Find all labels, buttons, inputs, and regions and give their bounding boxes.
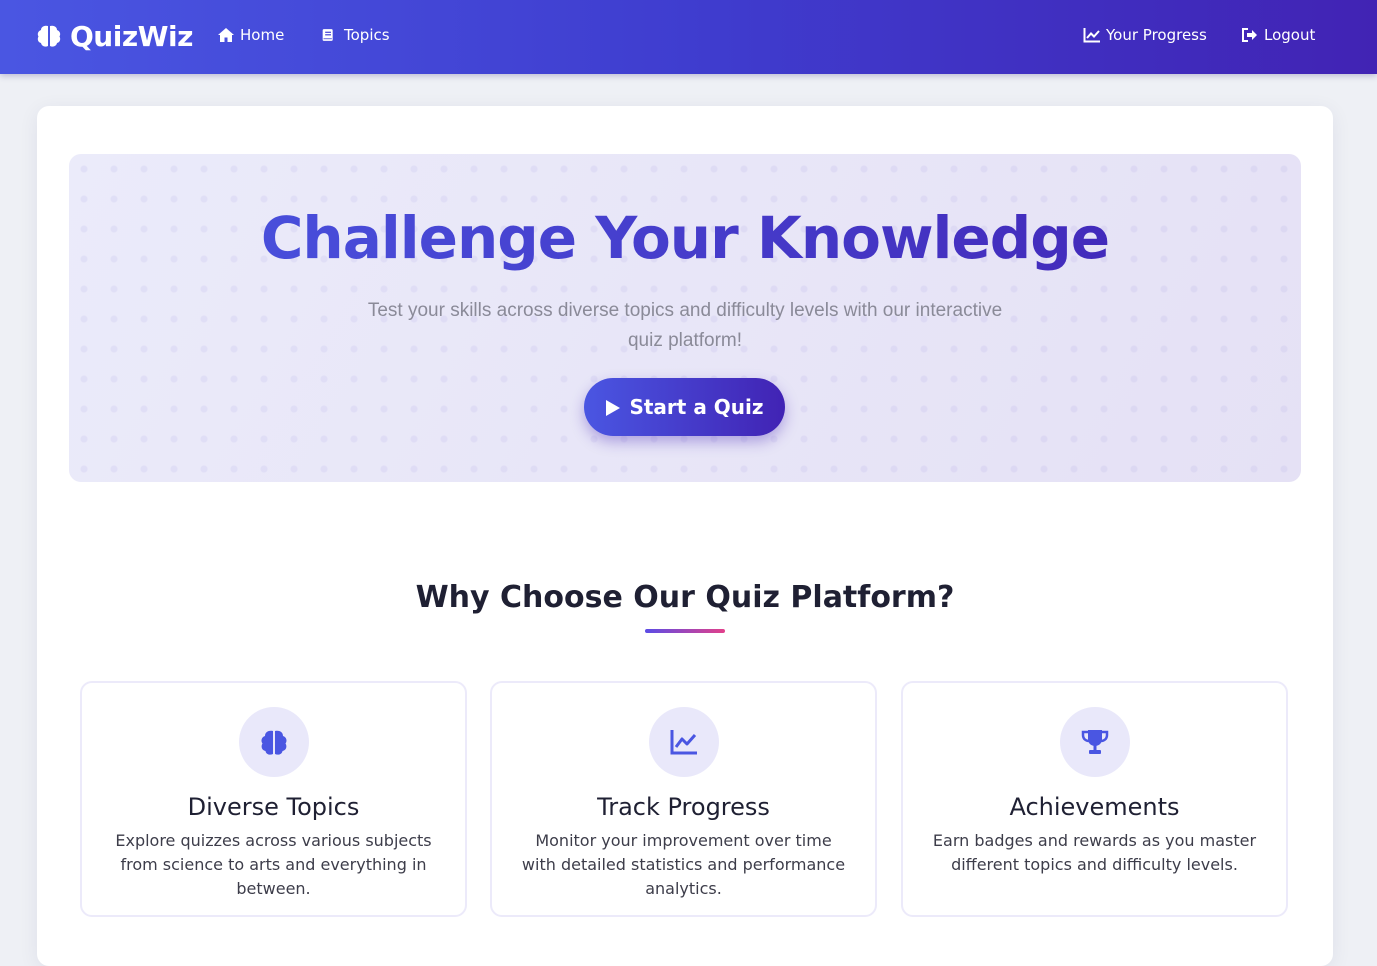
nav-topics-link[interactable]: Topics [321,24,390,46]
section-title-underline [645,629,725,633]
feature-description: Earn badges and rewards as you master di… [932,831,1257,874]
brain-icon [36,23,62,49]
top-navbar: QuizWiz Home Topics Your Progress Logout [0,0,1377,74]
brain-icon [239,707,309,777]
feature-description: Explore quizzes across various subjects … [115,831,432,898]
feature-card-achievements: Achievements Earn badges and rewards as … [901,681,1288,917]
feature-title: Diverse Topics [187,793,360,821]
hero-section: Challenge Your Knowledge Test your skill… [69,154,1301,482]
feature-title: Achievements [1009,793,1180,821]
features-section-title: Why Choose Our Quiz Platform? [415,580,955,615]
hero-subtitle: Test your skills across diverse topics a… [367,300,1003,351]
chart-line-icon [1083,27,1101,43]
main-content-card: Challenge Your Knowledge Test your skill… [37,106,1333,966]
feature-description: Monitor your improvement over time with … [521,831,846,898]
nav-home-link[interactable]: Home [217,24,284,46]
home-icon [217,27,235,43]
book-icon [321,27,339,43]
chart-line-icon [649,707,719,777]
brand-name: QuizWiz [70,19,193,53]
brand-logo-link[interactable]: QuizWiz [36,18,193,54]
play-icon [605,398,621,416]
hero-title: Challenge Your Knowledge [69,204,1301,272]
start-quiz-label: Start a Quiz [629,395,764,419]
nav-progress-label: Your Progress [1106,26,1207,44]
start-quiz-button[interactable]: Start a Quiz [584,378,785,436]
nav-home-label: Home [240,26,285,44]
nav-logout-link[interactable]: Logout [1241,24,1315,46]
feature-title: Track Progress [597,793,770,821]
nav-progress-link[interactable]: Your Progress [1083,24,1207,46]
logout-icon [1241,27,1259,43]
nav-topics-label: Topics [344,26,390,44]
nav-logout-label: Logout [1264,26,1316,44]
trophy-icon [1060,707,1130,777]
feature-card-track-progress: Track Progress Monitor your improvement … [490,681,877,917]
feature-card-diverse-topics: Diverse Topics Explore quizzes across va… [80,681,467,917]
